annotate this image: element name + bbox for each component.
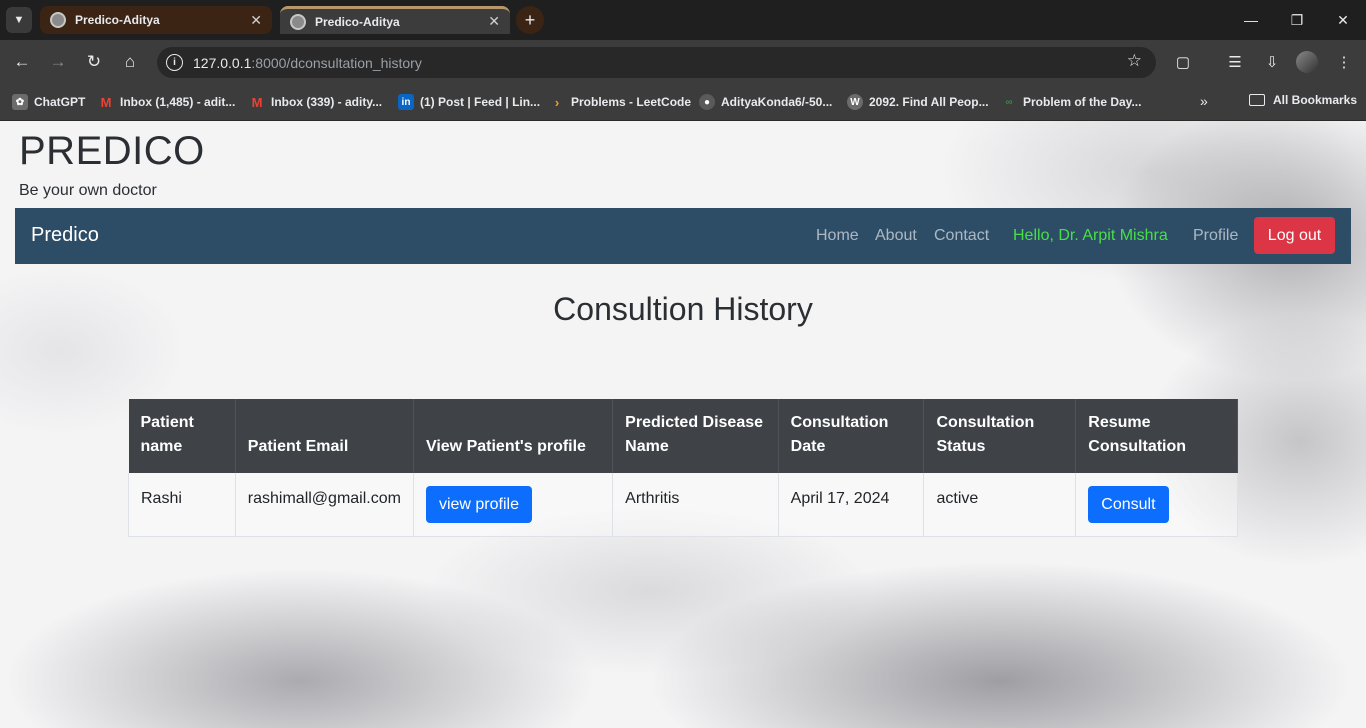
consultation-table: Patient name Patient Email View Patient'… — [128, 399, 1238, 537]
all-bookmarks-button[interactable]: All Bookmarks — [1249, 93, 1357, 107]
all-bookmarks-label: All Bookmarks — [1273, 93, 1358, 107]
download-icon[interactable]: ⇩ — [1259, 49, 1285, 75]
page-heading: Consultion History — [553, 291, 813, 327]
consultation-status-cell: active — [923, 473, 1077, 537]
tab-title: Predico-Aditya — [75, 13, 160, 27]
consultation-date-cell: April 17, 2024 — [778, 473, 925, 537]
bookmark-item[interactable]: › Problems - LeetCode — [549, 93, 691, 111]
browser-tab-bar: ▼ Predico-Aditya ✕ Predico-Aditya ✕ + — … — [0, 0, 1366, 40]
forward-icon[interactable]: → — [45, 49, 71, 75]
address-bar[interactable]: i 127.0.0.1:8000/dconsultation_history ☆ — [157, 47, 1156, 78]
close-window-icon[interactable]: ✕ — [1320, 0, 1366, 40]
column-header: Consultation Date — [778, 399, 925, 473]
restore-icon[interactable]: ❐ — [1274, 0, 1320, 40]
bookmarks-overflow-icon[interactable]: » — [1200, 93, 1208, 109]
gmail-icon: M — [251, 94, 263, 110]
bookmark-item[interactable]: in (1) Post | Feed | Lin... — [398, 93, 540, 111]
bookmark-item[interactable]: ● AdityaKonda6/-50... — [699, 93, 832, 111]
site-title: PREDICO — [19, 129, 205, 173]
bookmark-star-icon[interactable]: ☆ — [1127, 51, 1142, 71]
bookmark-label: Inbox (339) - adity... — [271, 95, 383, 109]
bookmark-item[interactable]: M Inbox (339) - adity... — [249, 93, 383, 111]
minimize-icon[interactable]: — — [1228, 0, 1274, 40]
bookmark-item[interactable]: M Inbox (1,485) - adit... — [98, 93, 236, 111]
browser-tab[interactable]: Predico-Aditya ✕ — [40, 6, 272, 34]
profile-avatar-icon[interactable] — [1296, 51, 1318, 73]
site-info-icon[interactable]: i — [166, 54, 183, 71]
chatgpt-icon: ✿ — [12, 94, 28, 110]
doctor-greeting: Hello, Dr. Arpit Mishra — [1013, 227, 1168, 244]
nav-link-contact[interactable]: Contact — [934, 227, 989, 245]
consult-button[interactable]: Consult — [1088, 486, 1169, 523]
bookmark-item[interactable]: ✿ ChatGPT — [12, 93, 85, 111]
column-header: Consultation Status — [923, 399, 1077, 473]
menu-kebab-icon[interactable]: ⋮ — [1331, 49, 1357, 75]
url-text: 127.0.0.1:8000/dconsultation_history — [193, 55, 422, 71]
disease-cell: Arthritis — [612, 473, 779, 537]
bookmark-label: AdityaKonda6/-50... — [721, 95, 833, 109]
globe-icon — [290, 13, 306, 30]
site-navbar: Predico Home About Contact Hello, Dr. Ar… — [15, 208, 1351, 264]
nav-link-about[interactable]: About — [875, 227, 917, 245]
tab-search-button[interactable]: ▼ — [6, 7, 32, 33]
column-header: Resume Consultation — [1075, 399, 1238, 473]
bookmark-label: 2092. Find All Peop... — [869, 95, 989, 109]
url-host: 127.0.0.1 — [193, 54, 252, 71]
bookmarks-bar: ✿ ChatGPT M Inbox (1,485) - adit... M Inbox… — [0, 84, 1366, 121]
column-header: View Patient's profile — [413, 399, 614, 473]
browser-toolbar: ← → ↻ ⌂ i 127.0.0.1:8000/dconsultation_h… — [0, 40, 1366, 84]
bookmark-label: Inbox (1,485) - adit... — [120, 95, 236, 109]
column-header: Predicted Disease Name — [612, 399, 779, 473]
navbar-brand[interactable]: Predico — [31, 224, 99, 247]
column-header: Patient Email — [235, 399, 414, 473]
patient-email-cell: rashimall@gmail.com — [235, 473, 414, 537]
browser-tab-active[interactable]: Predico-Aditya ✕ — [280, 6, 510, 34]
site-tagline: Be your own doctor — [19, 182, 157, 199]
github-icon: ● — [699, 94, 715, 110]
nav-link-profile[interactable]: Profile — [1193, 227, 1238, 245]
reload-icon[interactable]: ↻ — [81, 49, 107, 75]
home-icon[interactable]: ⌂ — [117, 49, 143, 75]
url-path: :8000/dconsultation_history — [251, 54, 422, 71]
view-profile-button[interactable]: view profile — [425, 486, 532, 523]
bookmark-item[interactable]: W 2092. Find All Peop... — [847, 93, 989, 111]
leetcode-icon: › — [554, 94, 560, 110]
table-header-row: Patient name Patient Email View Patient'… — [128, 399, 1238, 473]
view-profile-cell: view profile — [413, 473, 614, 537]
bookmark-item[interactable]: ∞ Problem of the Day... — [1001, 93, 1141, 111]
table-row: Rashi rashimall@gmail.com view profile A… — [128, 473, 1238, 537]
gmail-icon: M — [100, 94, 112, 110]
folder-icon — [1249, 94, 1265, 106]
linkedin-icon: in — [398, 94, 414, 110]
leetcode-w-icon: W — [847, 94, 863, 110]
bookmark-label: ChatGPT — [34, 95, 86, 109]
patient-name-cell: Rashi — [128, 473, 236, 537]
back-icon[interactable]: ← — [9, 49, 35, 75]
column-header: Patient name — [128, 399, 236, 473]
media-queue-icon[interactable]: ☰ — [1222, 49, 1248, 75]
page-content: PREDICO Be your own doctor Predico Home … — [0, 121, 1366, 728]
bookmark-label: (1) Post | Feed | Lin... — [420, 95, 541, 109]
close-icon[interactable]: ✕ — [250, 12, 262, 29]
gfg-icon: ∞ — [1005, 96, 1013, 108]
nav-link-home[interactable]: Home — [816, 227, 859, 245]
extensions-icon[interactable]: ▢ — [1170, 49, 1196, 75]
bookmark-label: Problem of the Day... — [1023, 95, 1142, 109]
window-controls: — ❐ ✕ — [1228, 0, 1366, 40]
globe-icon — [50, 12, 66, 28]
tab-title: Predico-Aditya — [315, 14, 400, 29]
resume-consultation-cell: Consult — [1075, 473, 1238, 537]
logout-button[interactable]: Log out — [1254, 217, 1335, 254]
bookmark-label: Problems - LeetCode — [571, 95, 692, 109]
new-tab-button[interactable]: + — [516, 6, 544, 34]
close-icon[interactable]: ✕ — [488, 13, 500, 30]
